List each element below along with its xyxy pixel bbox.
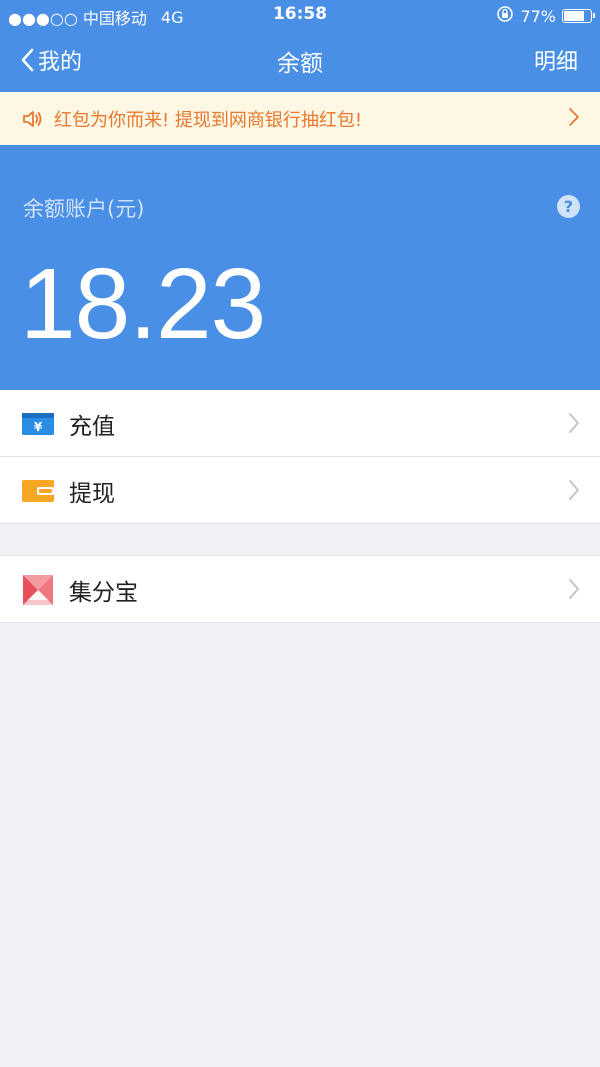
divider: [0, 523, 600, 524]
section-gap: [0, 524, 600, 555]
battery-percent: 77%: [520, 6, 556, 26]
svg-text:¥: ¥: [34, 420, 43, 434]
promo-notice[interactable]: 红包为你而来! 提现到网商银行抽红包!: [0, 92, 600, 145]
battery-icon: [562, 9, 595, 23]
battery-fill: [564, 11, 585, 21]
help-icon[interactable]: ?: [557, 195, 580, 218]
points-row[interactable]: 集分宝: [0, 556, 600, 623]
balance-amount: 18.23: [20, 248, 266, 360]
rewards-actions: 集分宝: [0, 556, 600, 623]
header: ●●●○○ 中国移动 4G 16:58 77% 我的 余额 明细: [0, 0, 600, 92]
wallet-icon: [22, 479, 54, 503]
navigation-bar: 我的 余额 明细: [0, 30, 600, 92]
withdraw-row[interactable]: 提现: [0, 457, 600, 524]
divider: [0, 622, 600, 623]
chevron-right-icon: [568, 479, 580, 505]
page-title: 余额: [277, 51, 323, 77]
promo-text: 红包为你而来! 提现到网商银行抽红包!: [54, 109, 363, 131]
recharge-label: 充值: [69, 413, 115, 440]
status-bar: ●●●○○ 中国移动 4G 16:58 77%: [0, 0, 600, 30]
recharge-row[interactable]: ¥ 充值: [0, 390, 600, 457]
orientation-lock-icon: [496, 5, 514, 27]
withdraw-label: 提现: [69, 480, 115, 507]
points-icon: [22, 574, 54, 605]
balance-label: 余额账户(元): [23, 197, 145, 221]
points-label: 集分宝: [69, 579, 138, 606]
details-button[interactable]: 明细: [534, 44, 578, 76]
recharge-icon: ¥: [22, 412, 54, 436]
chevron-right-icon: [568, 578, 580, 604]
chevron-right-icon: [568, 412, 580, 438]
speaker-icon: [22, 109, 44, 129]
account-actions: ¥ 充值 提现: [0, 390, 600, 524]
balance-panel: 余额账户(元) ? 18.23: [0, 145, 600, 390]
chevron-right-icon: [568, 106, 580, 133]
